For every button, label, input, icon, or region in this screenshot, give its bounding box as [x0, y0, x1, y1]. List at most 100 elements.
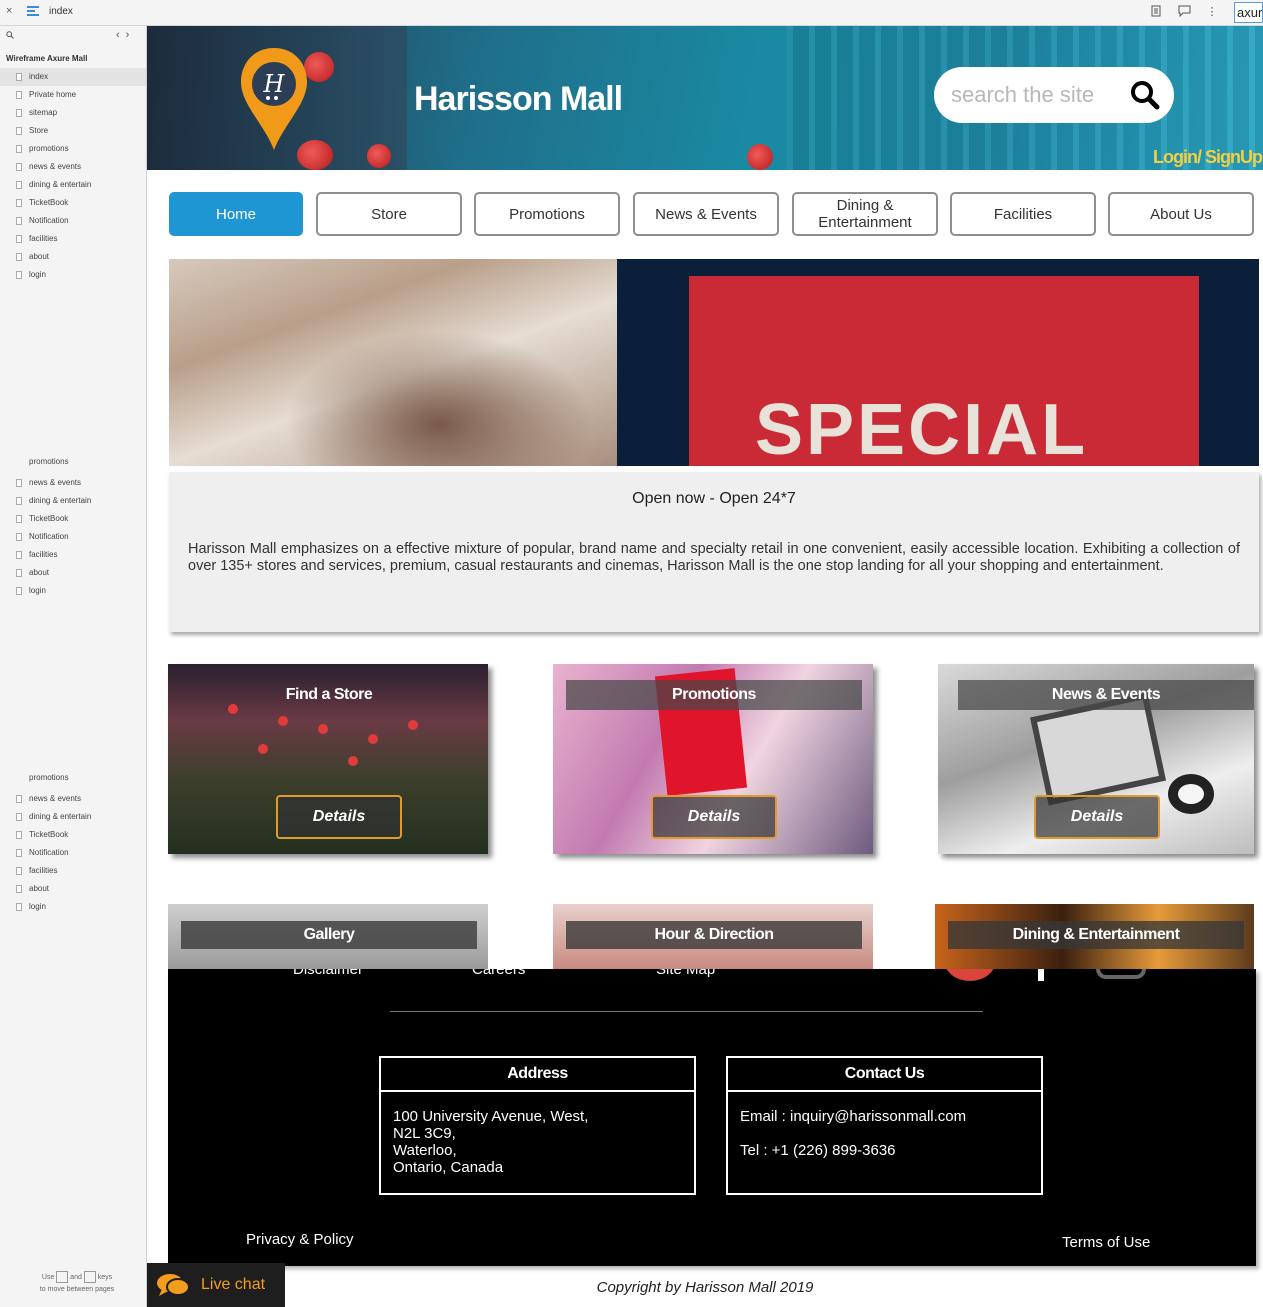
address-line: N2L 3C9, [393, 1125, 456, 1142]
coffee-cup [1168, 774, 1214, 814]
contact-tel[interactable]: Tel : +1 (226) 899-3636 [740, 1142, 896, 1159]
card-hour-direction[interactable]: Hour & Direction [553, 904, 873, 970]
page-icon [16, 533, 22, 541]
more-options-icon[interactable]: ⋮ [1205, 5, 1219, 19]
terms-of-use-link[interactable]: Terms of Use [1062, 1234, 1150, 1251]
footer-link-disclaimer[interactable]: Disclaimer [293, 969, 363, 978]
card-news-events[interactable]: News & Events Details [938, 664, 1254, 854]
page-icon [16, 569, 22, 577]
card-find-a-store[interactable]: Find a Store Details [168, 664, 488, 854]
footer-link-sitemap[interactable]: Site Map [656, 969, 715, 978]
card-gallery[interactable]: Gallery [168, 904, 488, 970]
page-nav-arrows[interactable]: ‹› [116, 29, 135, 41]
sidebar-item-private-home[interactable]: Private home [0, 86, 146, 104]
page-name: index [49, 6, 73, 17]
hero-mall-photo [169, 259, 619, 466]
page-icon [16, 587, 22, 595]
footer-link-careers[interactable]: Careers [472, 969, 525, 978]
sidebar-item-ticketbook[interactable]: TicketBook [0, 510, 146, 528]
details-button[interactable]: Details [1034, 795, 1160, 839]
sidebar-item-facilities[interactable]: facilities [0, 230, 146, 248]
search-icon[interactable] [6, 31, 14, 41]
info-panel: Open now - Open 24*7 Harisson Mall empha… [169, 472, 1259, 632]
nav-dining-entertainment[interactable]: Dining & Entertainment [792, 192, 938, 236]
nav-home[interactable]: Home [169, 192, 303, 236]
privacy-policy-link[interactable]: Privacy & Policy [246, 1231, 354, 1248]
page-icon [16, 903, 22, 911]
lantern-decoration [367, 144, 391, 168]
card-title: News & Events [958, 680, 1254, 710]
hero-special-text: SPECIAL [755, 390, 1089, 466]
details-button[interactable]: Details [651, 795, 777, 839]
sidebar-item-notification[interactable]: Notification [0, 212, 146, 230]
comment-icon[interactable] [1177, 5, 1191, 19]
sidebar-item-news-events[interactable]: news & events [0, 790, 146, 808]
page-icon [16, 831, 22, 839]
sidebar-item-notification[interactable]: Notification [0, 844, 146, 862]
hero-banner[interactable]: SPECIAL [169, 259, 1259, 466]
page-icon [16, 479, 22, 487]
site-title: Harisson Mall [414, 80, 623, 118]
login-signup-link[interactable]: Login/ SignUp [1153, 147, 1263, 168]
sidebar-item-promotions[interactable]: promotions [0, 140, 146, 158]
keyboard-hint: Use and keys to move between pages [22, 1271, 132, 1296]
page-icon [16, 795, 22, 803]
card-title: Promotions [566, 680, 862, 710]
mall-logo[interactable]: H [239, 46, 309, 152]
sidebar-item-login[interactable]: login [0, 582, 146, 600]
page-icon [16, 551, 22, 559]
sidebar-item-promotions[interactable]: promotions [0, 457, 146, 467]
sidebar-item-dining[interactable]: dining & entertain [0, 176, 146, 194]
search-placeholder: search the site [951, 82, 1095, 107]
page-icon [16, 253, 22, 261]
sidebar-item-facilities[interactable]: facilities [0, 862, 146, 880]
sidebar-item-promotions[interactable]: promotions [0, 773, 146, 783]
sidebar-item-notification[interactable]: Notification [0, 528, 146, 546]
menu-icon[interactable] [27, 6, 39, 18]
card-title: Dining & Entertainment [948, 921, 1244, 949]
nav-about-us[interactable]: About Us [1108, 192, 1254, 236]
sidebar-item-index[interactable]: index [0, 68, 146, 86]
search-input[interactable]: search the site [934, 67, 1174, 123]
url-field[interactable]: axur [1234, 2, 1263, 23]
left-key-icon [56, 1271, 69, 1283]
search-icon[interactable] [1130, 80, 1160, 110]
instagram-icon[interactable] [1096, 969, 1146, 979]
page-icon [16, 235, 22, 243]
sidebar-item-ticketbook[interactable]: TicketBook [0, 194, 146, 212]
sidebar-item-sitemap[interactable]: sitemap [0, 104, 146, 122]
sidebar-item-login[interactable]: login [0, 898, 146, 916]
card-dining-entertainment[interactable]: Dining & Entertainment [935, 904, 1254, 970]
nav-news-events[interactable]: News & Events [633, 192, 779, 236]
live-chat-button[interactable]: Live chat [147, 1263, 285, 1307]
contact-box: Contact Us Email : inquiry@harissonmall.… [726, 1056, 1043, 1195]
page-icon [16, 163, 22, 171]
card-promotions[interactable]: Promotions Details [553, 664, 873, 854]
sidebar-item-login[interactable]: login [0, 266, 146, 284]
page-icon [16, 181, 22, 189]
divider [390, 1011, 983, 1012]
sidebar-item-store[interactable]: Store [0, 122, 146, 140]
close-icon[interactable]: × [6, 5, 12, 17]
nav-promotions[interactable]: Promotions [474, 192, 620, 236]
sidebar-item-about[interactable]: about [0, 880, 146, 898]
svg-text:H: H [263, 70, 286, 98]
sidebar-item-news-events[interactable]: news & events [0, 158, 146, 176]
document-icon[interactable] [1149, 5, 1163, 19]
sidebar-item-dining[interactable]: dining & entertain [0, 808, 146, 826]
card-title: Gallery [181, 921, 477, 949]
nav-facilities[interactable]: Facilities [950, 192, 1096, 236]
facebook-icon[interactable] [1038, 969, 1044, 981]
sidebar-item-about[interactable]: about [0, 248, 146, 266]
nav-store[interactable]: Store [316, 192, 462, 236]
sidebar-item-facilities[interactable]: facilities [0, 546, 146, 564]
sidebar-item-about[interactable]: about [0, 564, 146, 582]
contact-email[interactable]: Email : inquiry@harissonmall.com [740, 1108, 966, 1125]
sidebar-item-news-events[interactable]: news & events [0, 474, 146, 492]
address-line: Waterloo, [393, 1142, 457, 1159]
lantern-decoration [747, 144, 773, 170]
sidebar-item-ticketbook[interactable]: TicketBook [0, 826, 146, 844]
sidebar-item-dining[interactable]: dining & entertain [0, 492, 146, 510]
details-button[interactable]: Details [276, 795, 402, 839]
social-icon[interactable] [944, 969, 996, 981]
